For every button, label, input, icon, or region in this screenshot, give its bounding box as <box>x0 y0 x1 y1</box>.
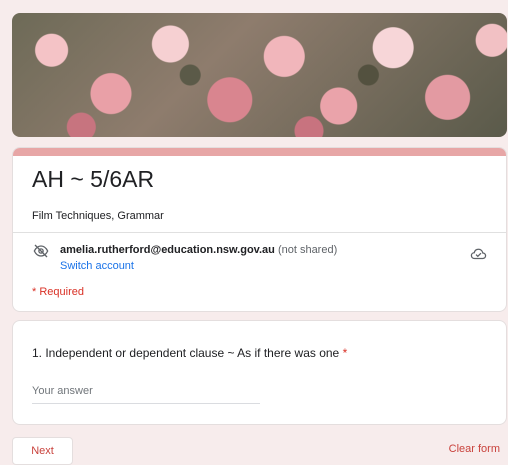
account-email: amelia.rutherford@education.nsw.gov.au (… <box>60 244 337 256</box>
form-header-card: AH ~ 5/6AR Film Techniques, Grammar amel… <box>12 147 507 312</box>
account-row: amelia.rutherford@education.nsw.gov.au (… <box>32 242 487 274</box>
form-title: AH ~ 5/6AR <box>32 166 155 192</box>
eye-off-icon <box>33 244 49 258</box>
answer-input[interactable] <box>32 383 260 404</box>
switch-account-link[interactable]: Switch account <box>60 260 134 272</box>
form-accent-bar <box>13 148 506 156</box>
clear-form-button[interactable]: Clear form <box>449 443 500 455</box>
question-title: 1. Independent or dependent clause ~ As … <box>32 346 347 360</box>
account-share-note: (not shared) <box>277 244 338 256</box>
question-card: 1. Independent or dependent clause ~ As … <box>12 320 507 425</box>
next-button[interactable]: Next <box>12 437 73 465</box>
required-note: * Required <box>32 286 84 298</box>
divider <box>13 232 506 233</box>
cloud-check-icon <box>470 248 487 260</box>
account-email-text: amelia.rutherford@education.nsw.gov.au <box>60 244 275 256</box>
form-description: Film Techniques, Grammar <box>32 210 164 222</box>
header-image <box>12 13 507 137</box>
required-asterisk: * <box>342 346 348 360</box>
question-text: 1. Independent or dependent clause ~ As … <box>32 346 340 360</box>
